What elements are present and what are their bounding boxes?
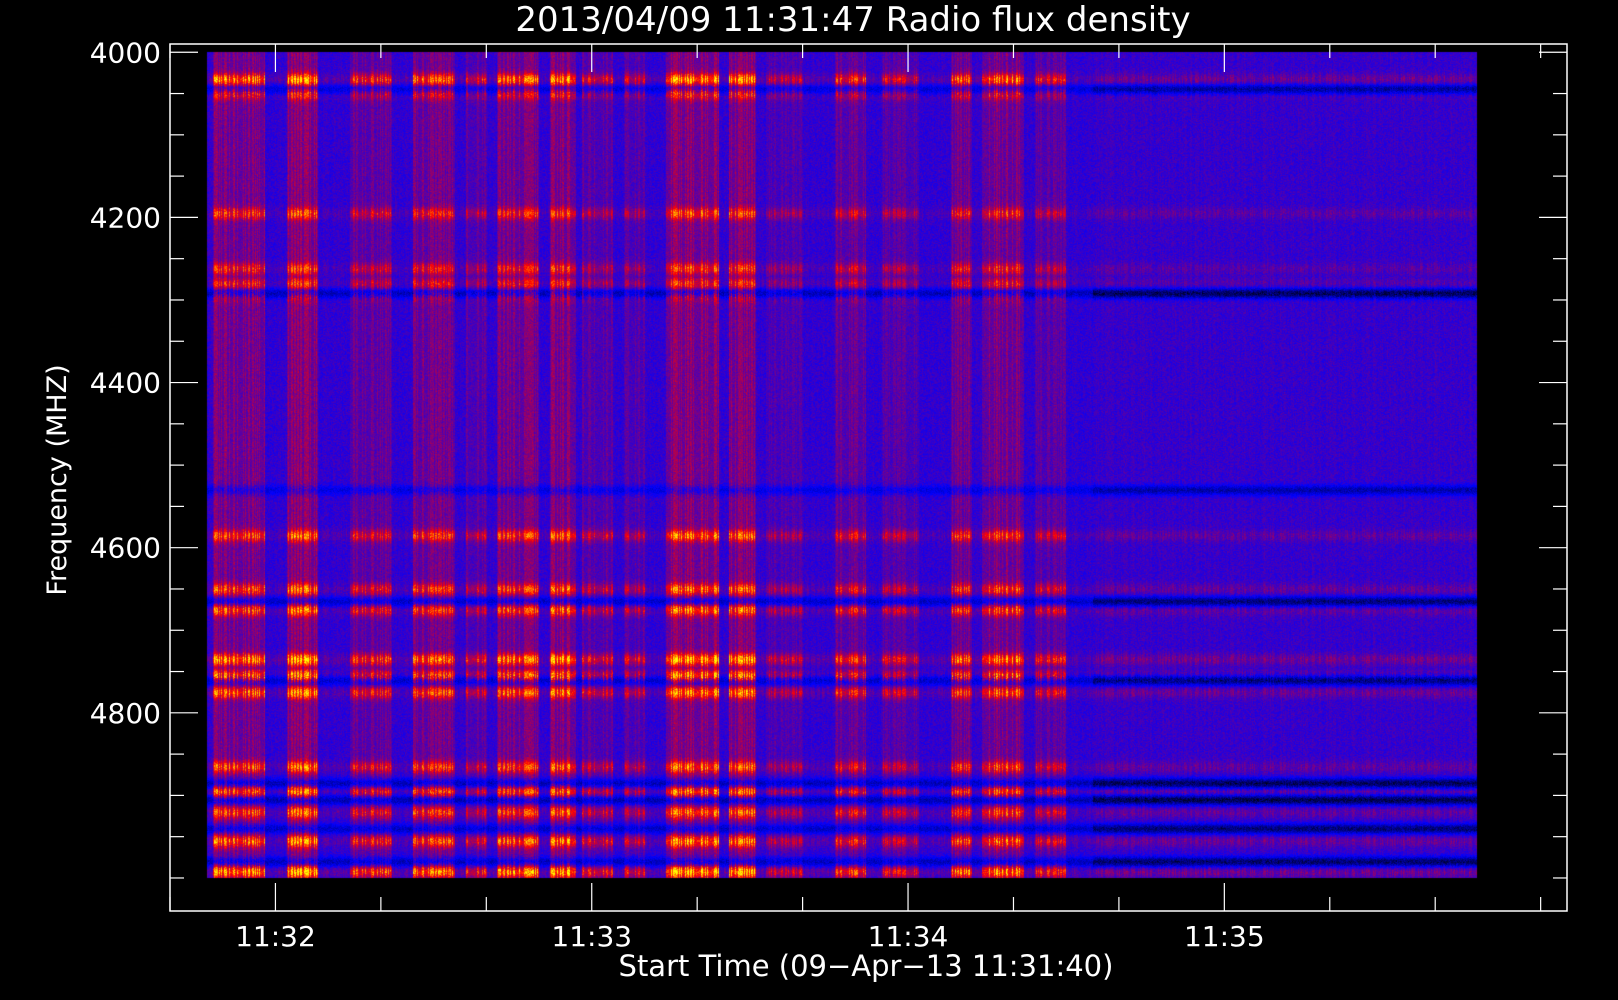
axes-frame: 4000 4200 4400 4600 4800 11:32 11:33 11:34 11:35: [90, 36, 1568, 953]
y-tick-label: 4800: [90, 697, 161, 730]
x-tick-label: 11:35: [1184, 920, 1265, 953]
chart-axes: 2013/04/09 11:31:47 Radio flux density S…: [42, 0, 1568, 983]
x-tick-label: 11:34: [868, 920, 949, 953]
y-tick-label: 4600: [90, 532, 161, 565]
x-axis-label: Start Time (09−Apr−13 11:31:40): [619, 949, 1114, 983]
plot-frame: [169, 43, 1568, 912]
y-tick-label: 4400: [90, 367, 161, 400]
y-axis-label: Frequency (MHZ): [42, 364, 73, 595]
y-tick-label: 4000: [90, 36, 161, 69]
chart-title: 2013/04/09 11:31:47 Radio flux density: [515, 0, 1190, 40]
x-tick-label: 11:33: [551, 920, 632, 953]
spectrogram-chart: 2013/04/09 11:31:47 Radio flux density S…: [0, 0, 1618, 1000]
x-tick-label: 11:32: [235, 920, 316, 953]
y-tick-label: 4200: [90, 201, 161, 234]
